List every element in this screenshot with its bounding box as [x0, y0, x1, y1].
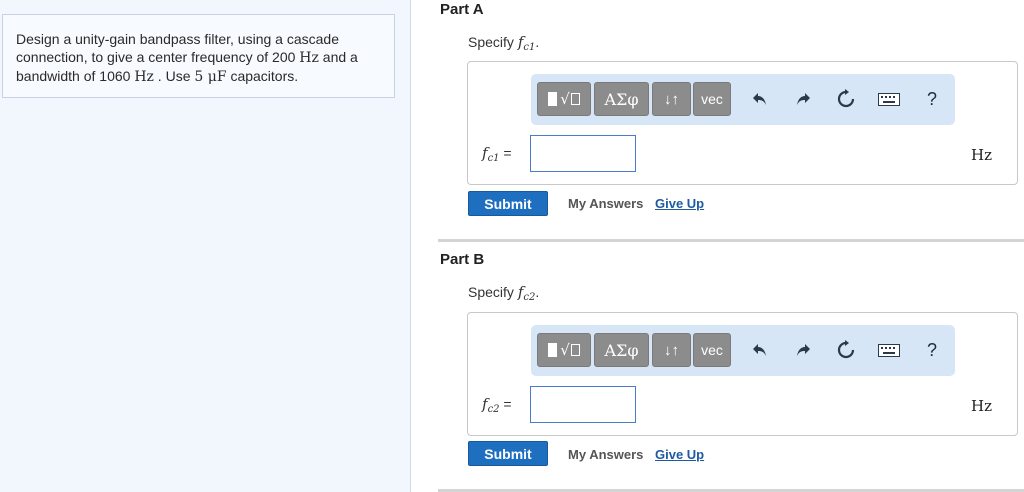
problem-panel: Design a unity-gain bandpass filter, usi…: [0, 0, 411, 492]
prompt-text: Specify: [468, 284, 518, 300]
submit-button[interactable]: Submit: [468, 441, 548, 466]
part-a-prompt: Specify fc1.: [468, 33, 539, 53]
part-b-answer-box: √ ΑΣφ ↓↑ vec ? fc2 = Hz: [467, 312, 1018, 436]
prompt-text: Specify: [468, 34, 518, 50]
prompt-period: .: [535, 284, 540, 300]
problem-unit: Hz: [299, 50, 319, 66]
arrows-button[interactable]: ↓↑: [652, 333, 691, 367]
my-answers-link[interactable]: My Answers: [568, 447, 643, 462]
keyboard-icon[interactable]: [876, 337, 902, 363]
answer-input[interactable]: [530, 386, 636, 423]
label-equals: =: [499, 396, 512, 412]
arrows-button[interactable]: ↓↑: [652, 82, 691, 116]
part-b-prompt: Specify fc2.: [468, 283, 539, 303]
greek-symbols-button[interactable]: ΑΣφ: [594, 333, 649, 367]
problem-text: Design a unity-gain bandpass filter, usi…: [16, 31, 339, 65]
greek-symbols-button[interactable]: ΑΣφ: [594, 82, 649, 116]
part-divider: [438, 239, 1024, 242]
problem-text: . Use: [153, 68, 195, 84]
templates-button[interactable]: √: [537, 333, 591, 367]
problem-text: capacitors.: [226, 68, 299, 84]
unit-label: Hz: [971, 146, 992, 164]
templates-icon: √: [560, 341, 570, 359]
label-subscript: c2: [487, 404, 500, 415]
templates-icon: √: [560, 90, 570, 108]
part-b-title: Part B: [440, 251, 485, 268]
answer-variable-label: fc2 =: [482, 395, 512, 415]
answer-input[interactable]: [530, 135, 636, 172]
help-icon[interactable]: ?: [919, 337, 945, 363]
my-answers-link[interactable]: My Answers: [568, 196, 643, 211]
problem-unit: Hz: [134, 69, 154, 85]
math-toolbar: √ ΑΣφ ↓↑ vec ?: [531, 74, 955, 125]
submit-button[interactable]: Submit: [468, 191, 548, 216]
prompt-period: .: [535, 34, 540, 50]
problem-statement: Design a unity-gain bandpass filter, usi…: [2, 14, 395, 98]
part-a-title: Part A: [440, 1, 484, 18]
prompt-subscript: c2: [523, 292, 536, 303]
keyboard-icon[interactable]: [876, 86, 902, 112]
redo-icon[interactable]: [790, 86, 816, 112]
label-subscript: c1: [487, 153, 500, 164]
help-icon[interactable]: ?: [919, 86, 945, 112]
vector-button[interactable]: vec: [693, 82, 731, 116]
undo-icon[interactable]: [747, 86, 773, 112]
unit-label: Hz: [971, 397, 992, 415]
reset-icon[interactable]: [833, 86, 859, 112]
templates-button[interactable]: √: [537, 82, 591, 116]
undo-icon[interactable]: [747, 337, 773, 363]
reset-icon[interactable]: [833, 337, 859, 363]
prompt-subscript: c1: [523, 42, 536, 53]
give-up-link[interactable]: Give Up: [655, 447, 704, 462]
label-equals: =: [499, 145, 512, 161]
vector-button[interactable]: vec: [693, 333, 731, 367]
give-up-link[interactable]: Give Up: [655, 196, 704, 211]
part-a-answer-box: √ ΑΣφ ↓↑ vec ? fc1 = Hz: [467, 61, 1018, 185]
capacitor-value: 5 μF: [194, 69, 227, 85]
answer-variable-label: fc1 =: [482, 144, 512, 164]
redo-icon[interactable]: [790, 337, 816, 363]
math-toolbar: √ ΑΣφ ↓↑ vec ?: [531, 325, 955, 376]
